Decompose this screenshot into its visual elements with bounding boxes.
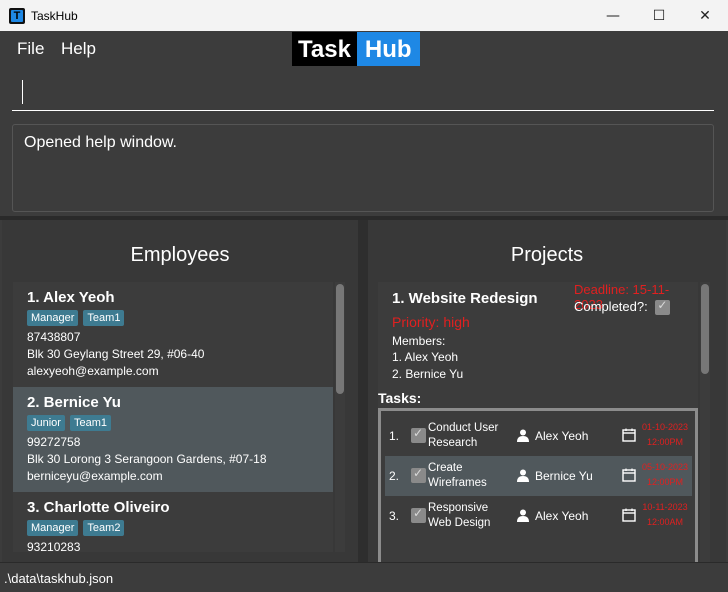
calendar-icon <box>622 508 636 522</box>
data-file-path: .\data\taskhub.json <box>4 571 114 586</box>
command-input[interactable] <box>12 71 714 111</box>
task-checkbox[interactable] <box>411 426 426 443</box>
app-icon: T <box>9 7 25 24</box>
close-icon: ✕ <box>699 7 711 24</box>
projects-panel: Projects 1. Website Redesign Deadline: 1… <box>368 220 726 562</box>
maximize-icon: ☐ <box>652 7 666 24</box>
person-icon <box>517 429 529 442</box>
employee-tag: Junior <box>27 415 65 431</box>
projects-title: Projects <box>510 244 584 266</box>
member-item: 2. Bernice Yu <box>392 367 464 381</box>
employee-name: 2. Bernice Yu <box>27 394 121 411</box>
result-display: Opened help window. <box>12 124 714 212</box>
task-deadline: 10-11-2023 12:00AM <box>642 502 688 527</box>
task-name: Create Wireframes <box>428 462 487 489</box>
task-list[interactable]: 1. Conduct User Research Alex Yeoh 01-10… <box>378 408 698 562</box>
status-bar: .\data\taskhub.json <box>0 562 728 592</box>
completed-checkbox[interactable] <box>655 298 671 316</box>
person-icon <box>517 469 529 482</box>
calendar-icon <box>622 428 636 442</box>
task-number: 3. <box>389 509 400 523</box>
employee-address: Blk 30 Geylang Street 29, #06-40 <box>27 347 205 361</box>
employee-tag: Team1 <box>69 415 111 431</box>
employee-card[interactable]: 2. Bernice Yu Junior Team1 99272758 Blk … <box>13 387 333 492</box>
employee-address: Blk 30 Lorong 3 Serangoon Gardens, #07-1… <box>27 452 267 466</box>
task-name: Conduct User Research <box>428 422 499 449</box>
menu-help[interactable]: Help <box>61 39 96 59</box>
task-row[interactable]: 1. Conduct User Research Alex Yeoh 01-10… <box>385 416 692 456</box>
result-text: Opened help window. <box>24 134 177 151</box>
task-checkbox[interactable] <box>411 466 426 483</box>
task-name: Responsive Web Design <box>428 502 491 529</box>
employees-title: Employees <box>130 244 230 266</box>
employee-card[interactable]: 1. Alex Yeoh Manager Team1 87438807 Blk … <box>13 282 333 387</box>
employee-list[interactable]: 1. Alex Yeoh Manager Team1 87438807 Blk … <box>13 282 333 552</box>
project-completed: Completed?: <box>574 298 671 316</box>
employee-email: berniceyu@example.com <box>27 469 163 483</box>
maximize-button[interactable]: ☐ <box>636 0 682 31</box>
task-number: 2. <box>389 469 400 483</box>
project-scroll-thumb[interactable] <box>701 284 709 374</box>
project-priority: Priority: high <box>392 314 470 330</box>
employee-tag: Team1 <box>83 310 125 326</box>
task-assignee: Alex Yeoh <box>535 429 589 443</box>
person-icon <box>517 509 529 522</box>
calendar-icon <box>622 468 636 482</box>
employee-phone: 87438807 <box>27 330 81 344</box>
employee-name: 3. Charlotte Oliveiro <box>27 499 170 516</box>
task-assignee: Bernice Yu <box>535 469 593 483</box>
employee-scrollbar[interactable] <box>335 282 345 552</box>
minimize-button[interactable]: — <box>590 0 636 31</box>
minimize-icon: — <box>606 7 620 24</box>
employee-phone: 99272758 <box>27 435 81 449</box>
task-deadline: 01-10-2023 12:00PM <box>641 422 689 447</box>
task-number: 1. <box>389 429 400 443</box>
task-assignee: Alex Yeoh <box>535 509 589 523</box>
project-card[interactable]: 1. Website Redesign Deadline: 15-11-2023… <box>378 282 698 562</box>
app-logo: Task Hub <box>292 32 420 66</box>
employee-name: 1. Alex Yeoh <box>27 289 115 306</box>
menu-file[interactable]: File <box>17 39 44 59</box>
employee-tag: Manager <box>27 520 79 536</box>
employee-email: alexyeoh@example.com <box>27 364 159 378</box>
members-label: Members: <box>392 334 446 348</box>
employee-phone: 93210283 <box>27 540 81 552</box>
title-bar: T TaskHub — ☐ ✕ <box>0 0 728 31</box>
employee-scroll-thumb[interactable] <box>336 284 344 394</box>
employees-panel: Employees 1. Alex Yeoh Manager Team1 874… <box>2 220 358 562</box>
task-deadline: 05-10-2023 12:00PM <box>641 462 689 487</box>
task-checkbox[interactable] <box>411 506 426 523</box>
member-item: 1. Alex Yeoh <box>392 350 459 364</box>
window-title: TaskHub <box>31 8 78 23</box>
project-name: 1. Website Redesign <box>392 290 538 307</box>
employee-tag: Team2 <box>83 520 125 536</box>
employee-card[interactable]: 3. Charlotte Oliveiro Manager Team2 9321… <box>13 492 333 552</box>
tasks-label: Tasks: <box>378 390 422 406</box>
panel-separator <box>358 220 368 562</box>
task-row[interactable]: 3. Responsive Web Design Alex Yeoh 10-11… <box>385 496 692 536</box>
project-scrollbar[interactable] <box>700 282 710 562</box>
text-caret <box>22 80 23 104</box>
close-button[interactable]: ✕ <box>682 0 728 31</box>
employee-tag: Manager <box>27 310 79 326</box>
task-row[interactable]: 2. Create Wireframes Bernice Yu 05-10-20… <box>385 456 692 496</box>
